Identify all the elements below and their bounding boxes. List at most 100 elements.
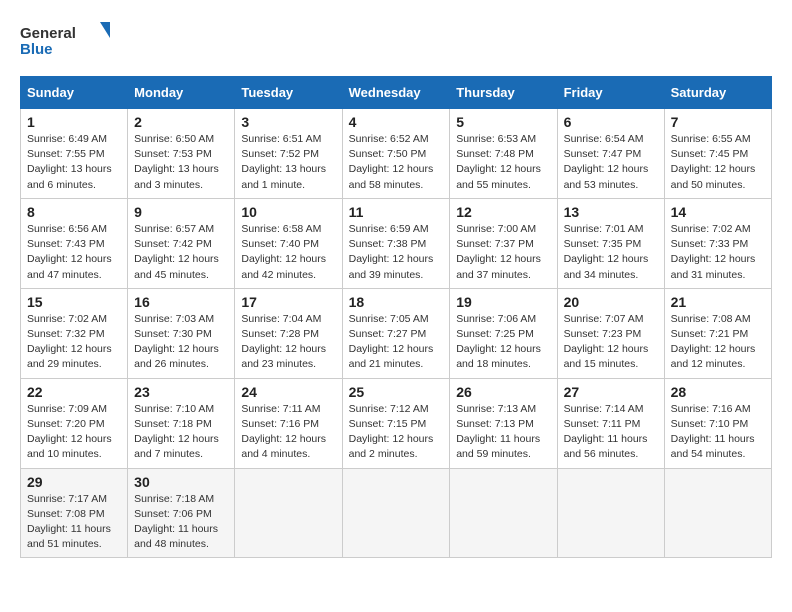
- day-info: Sunrise: 6:54 AM Sunset: 7:47 PM Dayligh…: [564, 132, 658, 193]
- calendar-cell: 17Sunrise: 7:04 AM Sunset: 7:28 PM Dayli…: [235, 288, 342, 378]
- calendar-cell: 12 Sunrise: 7:00 AM Sunset: 7:37 PM Dayli…: [450, 198, 557, 288]
- day-number: 16: [134, 294, 228, 310]
- day-info: Sunrise: 6:56 AM Sunset: 7:43 PM Dayligh…: [27, 222, 121, 283]
- calendar-cell: 28 Sunrise: 7:16 AM Sunset: 7:10 PM Dayli…: [664, 378, 771, 468]
- calendar-week-row: 15Sunrise: 7:02 AM Sunset: 7:32 PM Dayli…: [21, 288, 772, 378]
- calendar-header-row: SundayMondayTuesdayWednesdayThursdayFrid…: [21, 77, 772, 109]
- day-info: Sunrise: 7:01 AM Sunset: 7:35 PM Dayligh…: [564, 222, 658, 283]
- day-info: Sunrise: 6:57 AM Sunset: 7:42 PM Dayligh…: [134, 222, 228, 283]
- calendar-cell: 2 Sunrise: 6:50 AM Sunset: 7:53 PM Daylig…: [128, 109, 235, 199]
- day-info: Sunrise: 7:09 AM Sunset: 7:20 PM Dayligh…: [27, 402, 121, 463]
- day-number: 23: [134, 384, 228, 400]
- day-info: Sunrise: 7:02 AM Sunset: 7:33 PM Dayligh…: [671, 222, 765, 283]
- day-header-wednesday: Wednesday: [342, 77, 450, 109]
- day-number: 5: [456, 114, 550, 130]
- day-info: Sunrise: 7:12 AM Sunset: 7:15 PM Dayligh…: [349, 402, 444, 463]
- logo-svg: General Blue: [20, 20, 110, 60]
- day-header-friday: Friday: [557, 77, 664, 109]
- calendar-cell: 25 Sunrise: 7:12 AM Sunset: 7:15 PM Dayli…: [342, 378, 450, 468]
- day-header-thursday: Thursday: [450, 77, 557, 109]
- svg-text:General: General: [20, 25, 76, 42]
- calendar-cell: 8 Sunrise: 6:56 AM Sunset: 7:43 PM Daylig…: [21, 198, 128, 288]
- svg-text:Blue: Blue: [20, 41, 53, 58]
- day-number: 3: [241, 114, 335, 130]
- calendar-cell: 1 Sunrise: 6:49 AM Sunset: 7:55 PM Daylig…: [21, 109, 128, 199]
- day-number: 18: [349, 294, 444, 310]
- day-info: Sunrise: 7:05 AM Sunset: 7:27 PM Dayligh…: [349, 312, 444, 373]
- day-info: Sunrise: 7:11 AM Sunset: 7:16 PM Dayligh…: [241, 402, 335, 463]
- calendar-cell: 10 Sunrise: 6:58 AM Sunset: 7:40 PM Dayli…: [235, 198, 342, 288]
- day-header-monday: Monday: [128, 77, 235, 109]
- day-number: 24: [241, 384, 335, 400]
- day-number: 25: [349, 384, 444, 400]
- calendar-cell: [342, 468, 450, 558]
- calendar-cell: 19Sunrise: 7:06 AM Sunset: 7:25 PM Dayli…: [450, 288, 557, 378]
- day-number: 10: [241, 204, 335, 220]
- calendar-cell: 29 Sunrise: 7:17 AM Sunset: 7:08 PM Dayli…: [21, 468, 128, 558]
- calendar-cell: 27 Sunrise: 7:14 AM Sunset: 7:11 PM Dayli…: [557, 378, 664, 468]
- day-number: 15: [27, 294, 121, 310]
- day-info: Sunrise: 7:17 AM Sunset: 7:08 PM Dayligh…: [27, 492, 121, 553]
- calendar-cell: 4Sunrise: 6:52 AM Sunset: 7:50 PM Daylig…: [342, 109, 450, 199]
- day-number: 27: [564, 384, 658, 400]
- calendar-cell: 22 Sunrise: 7:09 AM Sunset: 7:20 PM Dayli…: [21, 378, 128, 468]
- day-number: 12: [456, 204, 550, 220]
- calendar-cell: 26 Sunrise: 7:13 AM Sunset: 7:13 PM Dayli…: [450, 378, 557, 468]
- day-number: 21: [671, 294, 765, 310]
- day-info: Sunrise: 6:58 AM Sunset: 7:40 PM Dayligh…: [241, 222, 335, 283]
- day-number: 29: [27, 474, 121, 490]
- calendar-cell: 6 Sunrise: 6:54 AM Sunset: 7:47 PM Daylig…: [557, 109, 664, 199]
- calendar-cell: [235, 468, 342, 558]
- day-info: Sunrise: 6:49 AM Sunset: 7:55 PM Dayligh…: [27, 132, 121, 193]
- page-header: General Blue: [20, 20, 772, 60]
- calendar-cell: 9 Sunrise: 6:57 AM Sunset: 7:42 PM Daylig…: [128, 198, 235, 288]
- day-number: 7: [671, 114, 765, 130]
- calendar-cell: 14Sunrise: 7:02 AM Sunset: 7:33 PM Dayli…: [664, 198, 771, 288]
- calendar-cell: 11 Sunrise: 6:59 AM Sunset: 7:38 PM Dayli…: [342, 198, 450, 288]
- calendar-cell: 21Sunrise: 7:08 AM Sunset: 7:21 PM Dayli…: [664, 288, 771, 378]
- calendar-cell: 20Sunrise: 7:07 AM Sunset: 7:23 PM Dayli…: [557, 288, 664, 378]
- day-header-sunday: Sunday: [21, 77, 128, 109]
- day-number: 6: [564, 114, 658, 130]
- day-number: 13: [564, 204, 658, 220]
- calendar-cell: [450, 468, 557, 558]
- day-info: Sunrise: 7:03 AM Sunset: 7:30 PM Dayligh…: [134, 312, 228, 373]
- day-info: Sunrise: 7:18 AM Sunset: 7:06 PM Dayligh…: [134, 492, 228, 553]
- calendar-cell: 15Sunrise: 7:02 AM Sunset: 7:32 PM Dayli…: [21, 288, 128, 378]
- day-number: 28: [671, 384, 765, 400]
- day-number: 22: [27, 384, 121, 400]
- day-info: Sunrise: 6:52 AM Sunset: 7:50 PM Dayligh…: [349, 132, 444, 193]
- day-info: Sunrise: 7:07 AM Sunset: 7:23 PM Dayligh…: [564, 312, 658, 373]
- day-info: Sunrise: 7:16 AM Sunset: 7:10 PM Dayligh…: [671, 402, 765, 463]
- day-number: 30: [134, 474, 228, 490]
- day-number: 8: [27, 204, 121, 220]
- logo: General Blue: [20, 20, 110, 60]
- calendar-week-row: 1 Sunrise: 6:49 AM Sunset: 7:55 PM Daylig…: [21, 109, 772, 199]
- day-info: Sunrise: 7:06 AM Sunset: 7:25 PM Dayligh…: [456, 312, 550, 373]
- day-info: Sunrise: 6:51 AM Sunset: 7:52 PM Dayligh…: [241, 132, 335, 193]
- calendar-cell: [557, 468, 664, 558]
- calendar-cell: 3 Sunrise: 6:51 AM Sunset: 7:52 PM Daylig…: [235, 109, 342, 199]
- day-info: Sunrise: 6:50 AM Sunset: 7:53 PM Dayligh…: [134, 132, 228, 193]
- calendar-week-row: 22 Sunrise: 7:09 AM Sunset: 7:20 PM Dayli…: [21, 378, 772, 468]
- calendar-cell: 18 Sunrise: 7:05 AM Sunset: 7:27 PM Dayli…: [342, 288, 450, 378]
- calendar-cell: 16 Sunrise: 7:03 AM Sunset: 7:30 PM Dayli…: [128, 288, 235, 378]
- calendar-cell: 13 Sunrise: 7:01 AM Sunset: 7:35 PM Dayli…: [557, 198, 664, 288]
- calendar-week-row: 29 Sunrise: 7:17 AM Sunset: 7:08 PM Dayli…: [21, 468, 772, 558]
- calendar-cell: 7 Sunrise: 6:55 AM Sunset: 7:45 PM Daylig…: [664, 109, 771, 199]
- day-info: Sunrise: 7:13 AM Sunset: 7:13 PM Dayligh…: [456, 402, 550, 463]
- day-number: 9: [134, 204, 228, 220]
- calendar-cell: 23Sunrise: 7:10 AM Sunset: 7:18 PM Dayli…: [128, 378, 235, 468]
- day-number: 26: [456, 384, 550, 400]
- day-info: Sunrise: 6:55 AM Sunset: 7:45 PM Dayligh…: [671, 132, 765, 193]
- day-number: 1: [27, 114, 121, 130]
- day-header-tuesday: Tuesday: [235, 77, 342, 109]
- calendar-cell: 5Sunrise: 6:53 AM Sunset: 7:48 PM Daylig…: [450, 109, 557, 199]
- calendar-cell: [664, 468, 771, 558]
- day-header-saturday: Saturday: [664, 77, 771, 109]
- day-info: Sunrise: 6:59 AM Sunset: 7:38 PM Dayligh…: [349, 222, 444, 283]
- day-number: 11: [349, 204, 444, 220]
- day-number: 2: [134, 114, 228, 130]
- day-info: Sunrise: 7:00 AM Sunset: 7:37 PM Dayligh…: [456, 222, 550, 283]
- day-info: Sunrise: 7:14 AM Sunset: 7:11 PM Dayligh…: [564, 402, 658, 463]
